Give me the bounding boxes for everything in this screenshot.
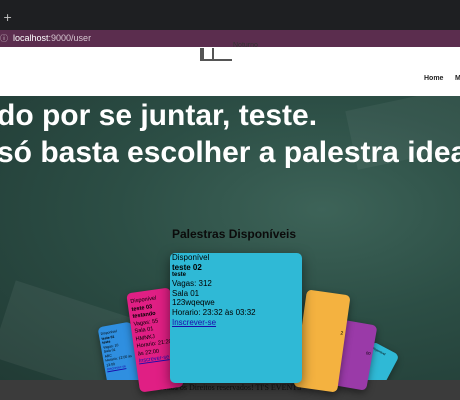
- subscribe-link[interactable]: Inscrever-se: [172, 318, 300, 328]
- hero-heading-line-2: só basta escolher a palestra ideal: [0, 136, 460, 169]
- card-title: teste 02: [172, 262, 202, 272]
- nav-next-link[interactable]: M: [455, 75, 460, 82]
- hero-heading-line-1: do por se juntar, teste.: [0, 99, 318, 132]
- footer-text: Todos os Direitos reservados! TI'S EVENT…: [158, 383, 302, 392]
- site-info-icon[interactable]: ⓘ: [0, 30, 8, 47]
- card-sala: Sala 01: [172, 288, 200, 298]
- new-tab-plus-icon[interactable]: +: [3, 12, 12, 23]
- card-horario: 00: [365, 350, 371, 356]
- url-path: :9000/user: [48, 33, 92, 43]
- url-host: localhost: [13, 33, 49, 43]
- card-vagas: Vagas: 312: [172, 279, 212, 289]
- card-subtitle: teste: [172, 272, 187, 279]
- card-status: Disponível: [172, 253, 210, 262]
- card-horario: 2: [340, 330, 344, 337]
- card-horario: Horario: 23:32 às 03:32: [172, 307, 256, 317]
- url-text[interactable]: localhost:9000/user: [13, 30, 91, 47]
- logo-icon[interactable]: [198, 47, 268, 65]
- section-title: Palestras Disponíveis: [172, 227, 297, 241]
- card-extra: 123wqeqwe: [172, 298, 215, 308]
- talk-card-featured[interactable]: Disponível teste 02 teste Vagas: 312 Sal…: [170, 253, 302, 383]
- browser-tab-bar: [0, 0, 460, 30]
- nav-home-link[interactable]: Home: [424, 75, 443, 82]
- logo-text: Noturno: [233, 42, 258, 49]
